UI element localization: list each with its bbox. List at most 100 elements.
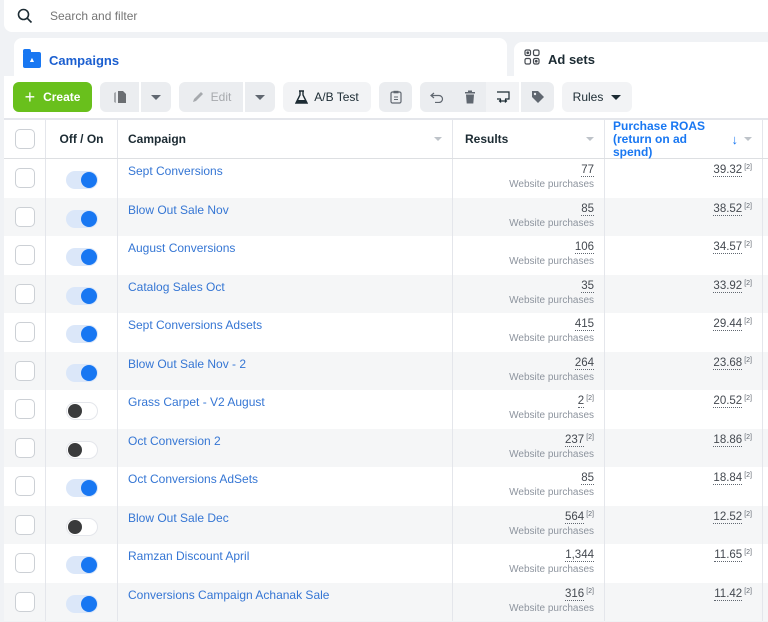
table-header: Off / On Campaign Results Purchase ROAS … [4, 118, 768, 159]
campaign-toggle[interactable] [65, 209, 98, 228]
roas-value[interactable]: 18.84 [2] [605, 467, 752, 485]
roas-value[interactable]: 29.44 [2] [605, 313, 752, 331]
table-row: Conversions Campaign Achanak Sale 316 [2]… [4, 582, 768, 621]
toggle-knob [67, 404, 82, 418]
campaign-toggle[interactable] [65, 248, 98, 266]
roas-value[interactable]: 34.57 [2] [605, 236, 752, 254]
edit-dropdown-button[interactable] [245, 82, 275, 112]
campaign-toggle[interactable] [65, 363, 98, 382]
roas-value[interactable]: 23.68 [2] [605, 352, 752, 370]
row-checkbox[interactable] [14, 283, 35, 304]
campaign-toggle[interactable] [65, 479, 98, 497]
results-value[interactable]: 2 [2] [453, 390, 594, 408]
campaign-toggle[interactable] [65, 556, 98, 574]
campaign-toggle[interactable] [65, 440, 98, 459]
chevron-down-icon[interactable] [434, 137, 442, 141]
toggle-knob [67, 442, 82, 457]
campaign-toggle[interactable] [65, 517, 98, 536]
header-purchase-roas[interactable]: Purchase ROAS (return on ad spend) ↓ [605, 119, 763, 159]
row-checkbox[interactable] [14, 437, 35, 458]
roas-value[interactable]: 33.92 [2] [605, 275, 752, 293]
row-checkbox[interactable] [14, 399, 35, 419]
row-checkbox[interactable] [14, 360, 35, 381]
campaign-name-link[interactable]: Ramzan Discount April [128, 544, 452, 563]
row-checkbox[interactable] [14, 476, 35, 496]
row-checkbox[interactable] [14, 514, 35, 535]
roas-value[interactable]: 11.42 [2] [605, 583, 752, 601]
campaign-name-link[interactable]: Sept Conversions Adsets [128, 313, 452, 332]
roas-value[interactable]: 39.32 [2] [605, 159, 752, 177]
campaign-name-link[interactable]: Sept Conversions [128, 159, 452, 178]
results-value[interactable]: 237 [2] [453, 429, 594, 447]
paste-button[interactable] [379, 82, 412, 112]
results-value[interactable]: 85 [453, 198, 594, 216]
create-button[interactable]: + Create [13, 82, 92, 112]
campaign-toggle[interactable] [65, 171, 98, 189]
header-campaign[interactable]: Campaign [118, 120, 453, 158]
ab-test-button[interactable]: A/B Test [283, 82, 371, 112]
duplicate-button[interactable] [100, 82, 139, 112]
results-value[interactable]: 85 [453, 467, 594, 485]
row-toggle-cell [46, 467, 118, 506]
roas-footnote: [2] [744, 318, 752, 325]
chevron-down-icon[interactable] [744, 137, 752, 141]
campaign-toggle[interactable] [65, 594, 98, 613]
row-toggle-cell [46, 236, 118, 275]
rules-button[interactable]: Rules [562, 82, 632, 112]
roas-number: 18.84 [713, 472, 743, 485]
campaign-toggle[interactable] [65, 325, 98, 343]
roas-value[interactable]: 18.86 [2] [605, 429, 752, 447]
row-results-cell: 85 Website purchases [453, 197, 605, 236]
flask-icon [295, 90, 309, 104]
roas-line2: (return on ad spend) [613, 131, 687, 159]
results-value[interactable]: 564 [2] [453, 506, 594, 524]
search-input[interactable]: Search and filter [50, 9, 137, 23]
campaign-name-link[interactable]: Blow Out Sale Dec [128, 506, 452, 525]
results-value[interactable]: 1,344 [453, 544, 594, 562]
results-value[interactable]: 316 [2] [453, 583, 594, 601]
campaign-name-link[interactable]: Catalog Sales Oct [128, 275, 452, 294]
undo-button[interactable] [420, 82, 453, 112]
campaign-toggle[interactable] [65, 286, 98, 305]
search-bar[interactable]: Search and filter [4, 0, 768, 32]
campaign-name-link[interactable]: Grass Carpet - V2 August [128, 390, 452, 409]
tab-ad-sets[interactable]: Ad sets [514, 42, 768, 76]
results-value[interactable]: 77 [453, 159, 594, 177]
campaign-name-link[interactable]: Oct Conversions AdSets [128, 467, 452, 486]
campaign-name-link[interactable]: Oct Conversion 2 [128, 429, 452, 448]
roas-value[interactable]: 38.52 [2] [605, 198, 752, 216]
campaign-name-link[interactable]: Conversions Campaign Achanak Sale [128, 583, 452, 602]
results-value[interactable]: 415 [453, 313, 594, 331]
tag-button[interactable] [521, 82, 554, 112]
sort-descending-icon[interactable]: ↓ [732, 132, 739, 147]
edit-button[interactable]: Edit [179, 82, 243, 112]
export-button[interactable] [486, 82, 519, 112]
campaign-name-link[interactable]: Blow Out Sale Nov [128, 198, 452, 217]
row-checkbox[interactable] [14, 591, 35, 612]
results-value[interactable]: 106 [453, 236, 594, 254]
campaign-name-link[interactable]: Blow Out Sale Nov - 2 [128, 352, 452, 371]
row-checkbox[interactable] [14, 322, 35, 342]
header-results[interactable]: Results [453, 120, 605, 158]
row-checkbox[interactable] [14, 245, 35, 265]
campaign-name-link[interactable]: August Conversions [128, 236, 452, 255]
roas-value[interactable]: 20.52 [2] [605, 390, 752, 408]
results-number: 35 [581, 279, 594, 293]
results-type: Website purchases [509, 564, 594, 575]
roas-value[interactable]: 11.65 [2] [605, 544, 752, 562]
row-checkbox[interactable] [14, 553, 35, 573]
row-campaign-cell: Blow Out Sale Nov - 2 [118, 351, 453, 390]
results-value[interactable]: 35 [453, 275, 594, 293]
results-value[interactable]: 264 [453, 352, 594, 370]
chevron-down-icon[interactable] [586, 137, 594, 141]
duplicate-dropdown-button[interactable] [141, 82, 171, 112]
export-icon [496, 90, 510, 103]
row-checkbox[interactable] [14, 168, 35, 188]
roas-value[interactable]: 12.52 [2] [605, 506, 752, 524]
select-all-checkbox[interactable] [14, 129, 35, 149]
row-results-cell: 264 Website purchases [453, 351, 605, 390]
delete-button[interactable] [453, 82, 486, 112]
campaign-toggle[interactable] [65, 402, 98, 420]
row-roas-cell: 39.32 [2] [605, 159, 763, 198]
row-checkbox[interactable] [14, 206, 35, 227]
